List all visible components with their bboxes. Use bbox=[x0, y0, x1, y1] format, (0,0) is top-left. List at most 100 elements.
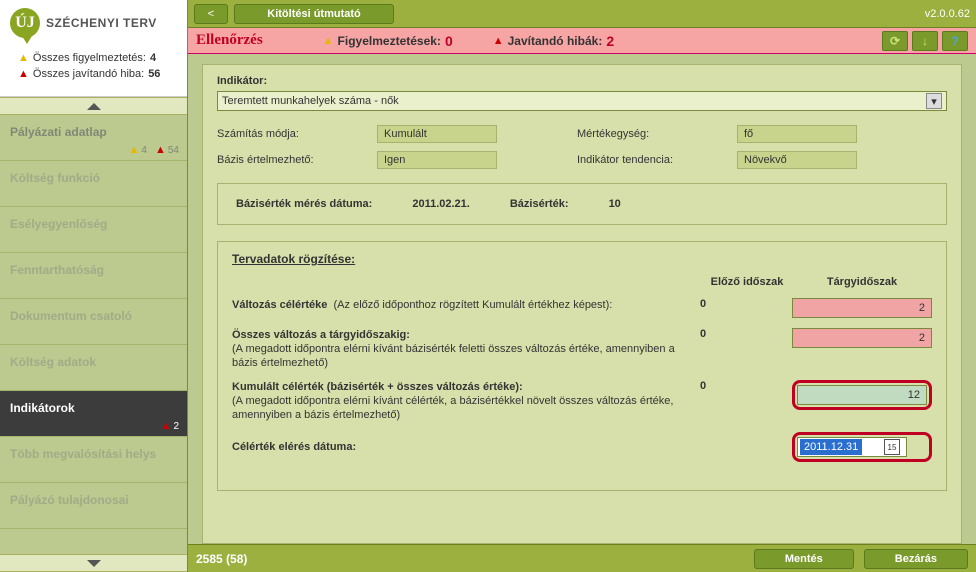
footer: 2585 (58) Mentés Bezárás bbox=[188, 544, 976, 572]
row2-target-input[interactable]: 2 bbox=[792, 328, 932, 348]
summary-warn-count: 4 bbox=[150, 50, 156, 66]
row2-note: (A megadott időpontra elérni kívánt bázi… bbox=[232, 343, 675, 369]
row1-title: Változás célértéke bbox=[232, 299, 327, 311]
sidebar-item-indikatorok[interactable]: Indikátorok ▲2 bbox=[0, 391, 187, 437]
sidebar-item-tobb-megvalositasi[interactable]: Több megvalósítási helys bbox=[0, 437, 187, 483]
nav-list: Pályázati adatlap ▲4 ▲54 Költség funkció… bbox=[0, 115, 187, 554]
validation-warn-label: Figyelmeztetések: bbox=[338, 34, 441, 48]
highlight-ring: 12 bbox=[792, 380, 932, 410]
highlight-ring: 2011.12.31 15 bbox=[792, 432, 932, 462]
error-icon: ▲ bbox=[493, 35, 504, 47]
validation-bar: Ellenőrzés ▲ Figyelmeztetések: 0 ▲ Javít… bbox=[188, 28, 976, 54]
topbar: < Kitöltési útmutató v2.0.0.62 bbox=[188, 0, 976, 28]
validation-warnings: ▲ Figyelmeztetések: 0 bbox=[323, 33, 453, 49]
sidebar-item-koltseg-adatok[interactable]: Költség adatok bbox=[0, 345, 187, 391]
base-date-label: Bázisérték mérés dátuma: bbox=[236, 198, 372, 210]
sidebar-item-label: Költség adatok bbox=[10, 355, 96, 369]
trend-label: Indikátor tendencia: bbox=[577, 154, 717, 166]
sidebar-item-label: Indikátorok bbox=[10, 401, 75, 415]
sidebar-item-label: Több megvalósítási helys bbox=[10, 447, 156, 461]
refresh-icon: ⟳ bbox=[890, 34, 900, 48]
indicator-select[interactable]: Teremtett munkahelyek száma - nők ▾ bbox=[217, 91, 947, 111]
refresh-button[interactable]: ⟳ bbox=[882, 31, 908, 51]
warning-icon: ▲ bbox=[323, 35, 334, 47]
col-prev: Előző időszak bbox=[702, 276, 792, 288]
row3-prev: 0 bbox=[696, 380, 786, 392]
sidebar-item-eselyegyenloseg[interactable]: Esélyegyenlőség bbox=[0, 207, 187, 253]
download-icon: ↓ bbox=[922, 34, 928, 48]
summary-warnings: ▲ Összes figyelmeztetés: 4 bbox=[18, 50, 169, 66]
nav-scroll-up[interactable] bbox=[0, 97, 187, 115]
chevron-up-icon bbox=[87, 103, 101, 110]
nav-scroll-down[interactable] bbox=[0, 554, 187, 572]
sidebar-item-palyazati-adatlap[interactable]: Pályázati adatlap ▲4 ▲54 bbox=[0, 115, 187, 161]
summary-warn-label: Összes figyelmeztetés: bbox=[33, 50, 146, 66]
base-val-value: 10 bbox=[609, 198, 621, 210]
back-button[interactable]: < bbox=[194, 4, 228, 24]
row2-title: Összes változás a tárgyidőszakig: bbox=[232, 329, 410, 341]
error-icon: ▲ bbox=[161, 420, 172, 432]
sidebar-item-koltseg-funkcio[interactable]: Költség funkció bbox=[0, 161, 187, 207]
logo-text: SZÉCHENYI TERV bbox=[46, 16, 157, 30]
close-button[interactable]: Bezárás bbox=[864, 549, 968, 569]
status-text: 2585 (58) bbox=[196, 552, 247, 566]
chevron-down-icon bbox=[87, 560, 101, 567]
row4-title: Célérték elérés dátuma: bbox=[232, 441, 356, 453]
calc-label: Számítás módja: bbox=[217, 128, 357, 140]
calendar-icon[interactable]: 15 bbox=[884, 439, 900, 455]
chevron-down-icon: ▾ bbox=[926, 93, 942, 109]
row1-note: (Az előző időponthoz rögzített Kumulált … bbox=[334, 299, 613, 311]
sidebar-item-label: Költség funkció bbox=[10, 171, 100, 185]
sidebar: ÚJ SZÉCHENYI TERV ▲ Összes figyelmezteté… bbox=[0, 0, 188, 572]
badge-warn: 4 bbox=[141, 145, 147, 156]
target-date-value: 2011.12.31 bbox=[800, 439, 862, 455]
guide-button[interactable]: Kitöltési útmutató bbox=[234, 4, 394, 24]
badge-err: 54 bbox=[168, 145, 179, 156]
logo-area: ÚJ SZÉCHENYI TERV ▲ Összes figyelmezteté… bbox=[0, 0, 187, 97]
sidebar-item-label: Pályázó tulajdonosai bbox=[10, 493, 129, 507]
error-icon: ▲ bbox=[155, 144, 166, 156]
warning-icon: ▲ bbox=[129, 144, 140, 156]
row1-prev: 0 bbox=[696, 298, 786, 310]
plan-panel: Tervadatok rögzítése: Előző időszak Tárg… bbox=[217, 241, 947, 491]
sidebar-item-palyazo-tulajdonosai[interactable]: Pályázó tulajdonosai bbox=[0, 483, 187, 529]
base-panel: Bázisérték mérés dátuma: 2011.02.21. Báz… bbox=[217, 183, 947, 225]
content: Indikátor: Teremtett munkahelyek száma -… bbox=[188, 54, 976, 544]
col-curr: Tárgyidőszak bbox=[792, 276, 932, 288]
sidebar-item-label: Fenntarthatóság bbox=[10, 263, 104, 277]
row1-target-input[interactable]: 2 bbox=[792, 298, 932, 318]
main-area: < Kitöltési útmutató v2.0.0.62 Ellenőrzé… bbox=[188, 0, 976, 572]
download-button[interactable]: ↓ bbox=[912, 31, 938, 51]
base-date-value: 2011.02.21. bbox=[412, 198, 470, 210]
base-interp-value: Igen bbox=[377, 151, 497, 169]
row2-prev: 0 bbox=[696, 328, 786, 340]
row3-target-input[interactable]: 12 bbox=[797, 385, 927, 405]
trend-value: Növekvő bbox=[737, 151, 857, 169]
row3-note: (A megadott időpontra elérni kívánt célé… bbox=[232, 395, 673, 421]
row3-title: Kumulált célérték (bázisérték + összes v… bbox=[232, 381, 523, 393]
summary-err-count: 56 bbox=[148, 66, 160, 82]
summary-err-label: Összes javítandó hiba: bbox=[33, 66, 144, 82]
sidebar-item-dokumentum-csatolo[interactable]: Dokumentum csatoló bbox=[0, 299, 187, 345]
validation-errors: ▲ Javítandó hibák: 2 bbox=[493, 33, 614, 49]
unit-value: fő bbox=[737, 125, 857, 143]
error-icon: ▲ bbox=[18, 66, 29, 82]
version-text: v2.0.0.62 bbox=[925, 8, 970, 20]
base-val-label: Bázisérték: bbox=[510, 198, 569, 210]
save-button[interactable]: Mentés bbox=[754, 549, 854, 569]
base-interp-label: Bázis értelmezhető: bbox=[217, 154, 357, 166]
sidebar-item-fenntarthatosag[interactable]: Fenntarthatóság bbox=[0, 253, 187, 299]
chevron-left-icon: < bbox=[208, 8, 214, 20]
validation-err-count: 2 bbox=[606, 33, 614, 49]
summary-errors: ▲ Összes javítandó hiba: 56 bbox=[18, 66, 169, 82]
indicator-select-value: Teremtett munkahelyek száma - nők bbox=[222, 95, 399, 107]
help-button[interactable]: ? bbox=[942, 31, 968, 51]
target-date-input[interactable]: 2011.12.31 15 bbox=[797, 437, 907, 457]
calc-value: Kumulált bbox=[377, 125, 497, 143]
badge-err: 2 bbox=[173, 421, 179, 432]
validation-err-label: Javítandó hibák: bbox=[508, 34, 603, 48]
logo-icon: ÚJ bbox=[10, 8, 40, 38]
unit-label: Mértékegység: bbox=[577, 128, 717, 140]
sidebar-item-label: Dokumentum csatoló bbox=[10, 309, 132, 323]
warning-icon: ▲ bbox=[18, 50, 29, 66]
